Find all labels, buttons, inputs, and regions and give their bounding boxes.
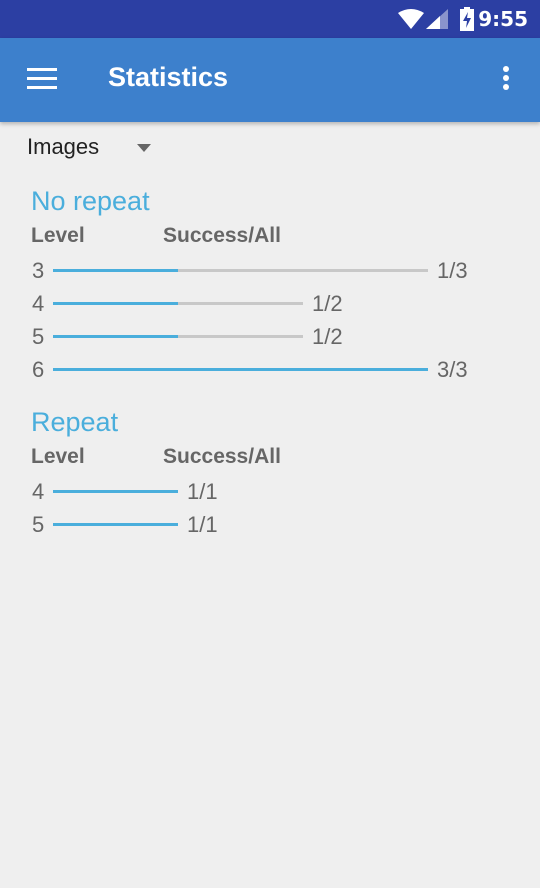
table-header: Level Success/All [31, 443, 281, 475]
progress-fill [53, 269, 178, 272]
success-ratio: 1/2 [312, 324, 343, 349]
level-value: 6 [32, 357, 45, 382]
progress-fill [53, 302, 178, 305]
level-value: 4 [32, 479, 45, 504]
success-ratio: 3/3 [437, 357, 468, 382]
wifi-icon [398, 9, 424, 29]
stat-row: 3 1/3 [31, 254, 468, 287]
stat-row: 5 1/1 [31, 508, 218, 541]
app-bar: Statistics [0, 38, 540, 122]
table-header: Level Success/All [31, 222, 281, 254]
progress-track [53, 368, 428, 371]
progress-fill [53, 335, 178, 338]
progress-fill [53, 490, 178, 493]
progress-track [53, 523, 178, 526]
level-value: 3 [32, 258, 45, 283]
battery-charging-icon [460, 7, 474, 31]
clock: 9:55 [478, 7, 528, 31]
stat-row: 4 1/1 [31, 475, 218, 508]
progress-track [53, 269, 428, 272]
category-dropdown[interactable]: Images [27, 134, 167, 166]
progress-track [53, 335, 303, 338]
progress-fill [53, 368, 428, 371]
level-value: 5 [32, 324, 45, 349]
section-no-repeat: No repeat Level Success/All 3 1/3 4 1/2 5 1/2… [31, 186, 468, 386]
level-value: 4 [32, 291, 45, 316]
dropdown-arrow-icon [137, 144, 151, 152]
header-success-all: Success/All [163, 224, 281, 247]
header-level: Level [31, 224, 85, 247]
cell-signal-icon [426, 9, 448, 29]
rows: 4 1/1 5 1/1 [31, 475, 218, 541]
header-level: Level [31, 445, 85, 468]
section-title: No repeat [31, 186, 150, 216]
more-vert-icon[interactable] [496, 66, 516, 96]
progress-fill [53, 523, 178, 526]
success-ratio: 1/1 [187, 512, 218, 537]
hamburger-menu-icon[interactable] [27, 68, 57, 92]
rows: 3 1/3 4 1/2 5 1/2 6 3/3 [31, 254, 468, 386]
success-ratio: 1/3 [437, 258, 468, 283]
success-ratio: 1/1 [187, 479, 218, 504]
stat-row: 6 3/3 [31, 353, 468, 386]
status-bar: 9:55 [0, 0, 540, 38]
stat-row: 4 1/2 [31, 287, 343, 320]
progress-track [53, 490, 178, 493]
progress-track [53, 302, 303, 305]
section-repeat: Repeat Level Success/All 4 1/1 5 1/1 [31, 407, 281, 541]
stat-row: 5 1/2 [31, 320, 343, 353]
category-dropdown-value: Images [27, 134, 100, 159]
section-title: Repeat [31, 407, 119, 437]
level-value: 5 [32, 512, 45, 537]
page-title: Statistics [108, 62, 229, 92]
header-success-all: Success/All [163, 445, 281, 468]
success-ratio: 1/2 [312, 291, 343, 316]
